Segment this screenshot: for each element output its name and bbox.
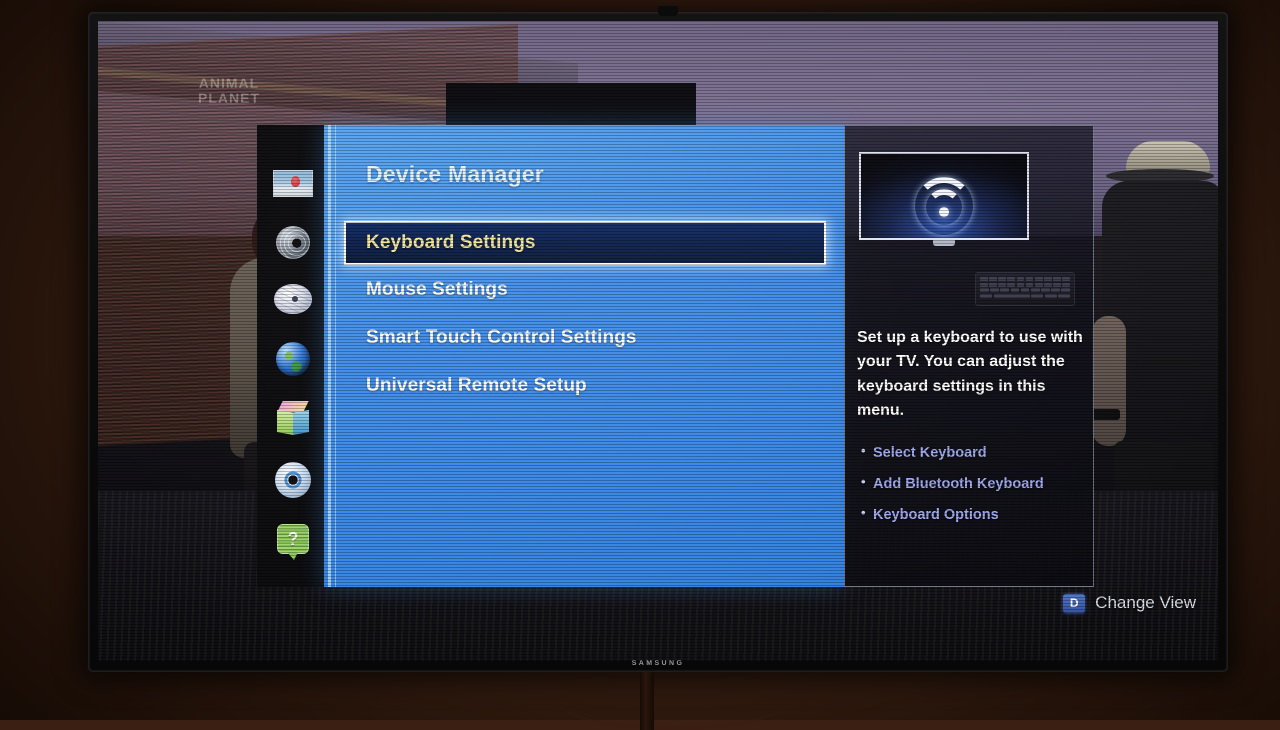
sidebar-item-broadcast[interactable] <box>267 277 319 321</box>
tv-stand-arc <box>558 670 788 730</box>
network-icon <box>276 342 310 376</box>
broadcast-icon <box>274 284 312 314</box>
keyboard-icon <box>975 272 1075 306</box>
menu-item-keyboard-settings[interactable]: Keyboard Settings <box>344 221 826 265</box>
change-view-label: Change View <box>1095 593 1196 613</box>
tv-brand-logo: SAMSUNG <box>88 660 1228 667</box>
info-bullet-add-bluetooth-keyboard: Add Bluetooth Keyboard <box>861 475 1089 493</box>
info-bullet-keyboard-options: Keyboard Options <box>861 506 1089 524</box>
sidebar-item-smart-features[interactable] <box>267 397 319 441</box>
tv-stand-neck <box>640 672 654 730</box>
sound-icon <box>276 226 310 259</box>
sidebar-item-sound[interactable] <box>267 220 319 264</box>
tv-screen: ANIMAL PLANET <box>98 21 1218 661</box>
system-gear-icon <box>275 462 311 498</box>
sidebar-item-picture[interactable] <box>267 161 319 205</box>
tv-camera-nub <box>658 6 678 16</box>
info-bullet-select-keyboard: Select Keyboard <box>861 444 1089 462</box>
settings-sidebar: ? <box>257 125 329 587</box>
device-manager-panel: Device Manager Keyboard Settings Mouse S… <box>324 125 844 587</box>
support-help-icon: ? <box>277 524 309 554</box>
info-bullet-list: Select Keyboard Add Bluetooth Keyboard K… <box>861 444 1089 537</box>
menu-item-universal-remote-setup[interactable]: Universal Remote Setup <box>344 363 826 409</box>
sidebar-item-network[interactable] <box>267 337 319 381</box>
smart-features-icon <box>276 401 310 437</box>
change-view-hint[interactable]: D Change View <box>1063 593 1196 613</box>
sidebar-item-support[interactable]: ? <box>267 517 319 561</box>
menu-list: Keyboard Settings Mouse Settings Smart T… <box>344 221 826 409</box>
info-description: Set up a keyboard to use with your TV. Y… <box>857 326 1085 423</box>
page-title: Device Manager <box>366 161 544 188</box>
menu-item-smart-touch-control-settings[interactable]: Smart Touch Control Settings <box>344 315 826 361</box>
d-key-badge: D <box>1063 594 1085 613</box>
info-panel: Set up a keyboard to use with your TV. Y… <box>844 125 1094 587</box>
wifi-icon <box>913 177 975 219</box>
television-set: ANIMAL PLANET <box>88 12 1228 680</box>
on-screen-menu: ? Device Manager Keyboard Settings Mouse… <box>98 21 1218 661</box>
room-background: ANIMAL PLANET <box>0 0 1280 720</box>
picture-icon <box>273 170 313 197</box>
menu-item-mouse-settings[interactable]: Mouse Settings <box>344 267 826 313</box>
tv-wifi-illustration <box>859 152 1029 240</box>
sidebar-item-system[interactable] <box>267 458 319 502</box>
tv-illustration-stand <box>933 240 955 246</box>
